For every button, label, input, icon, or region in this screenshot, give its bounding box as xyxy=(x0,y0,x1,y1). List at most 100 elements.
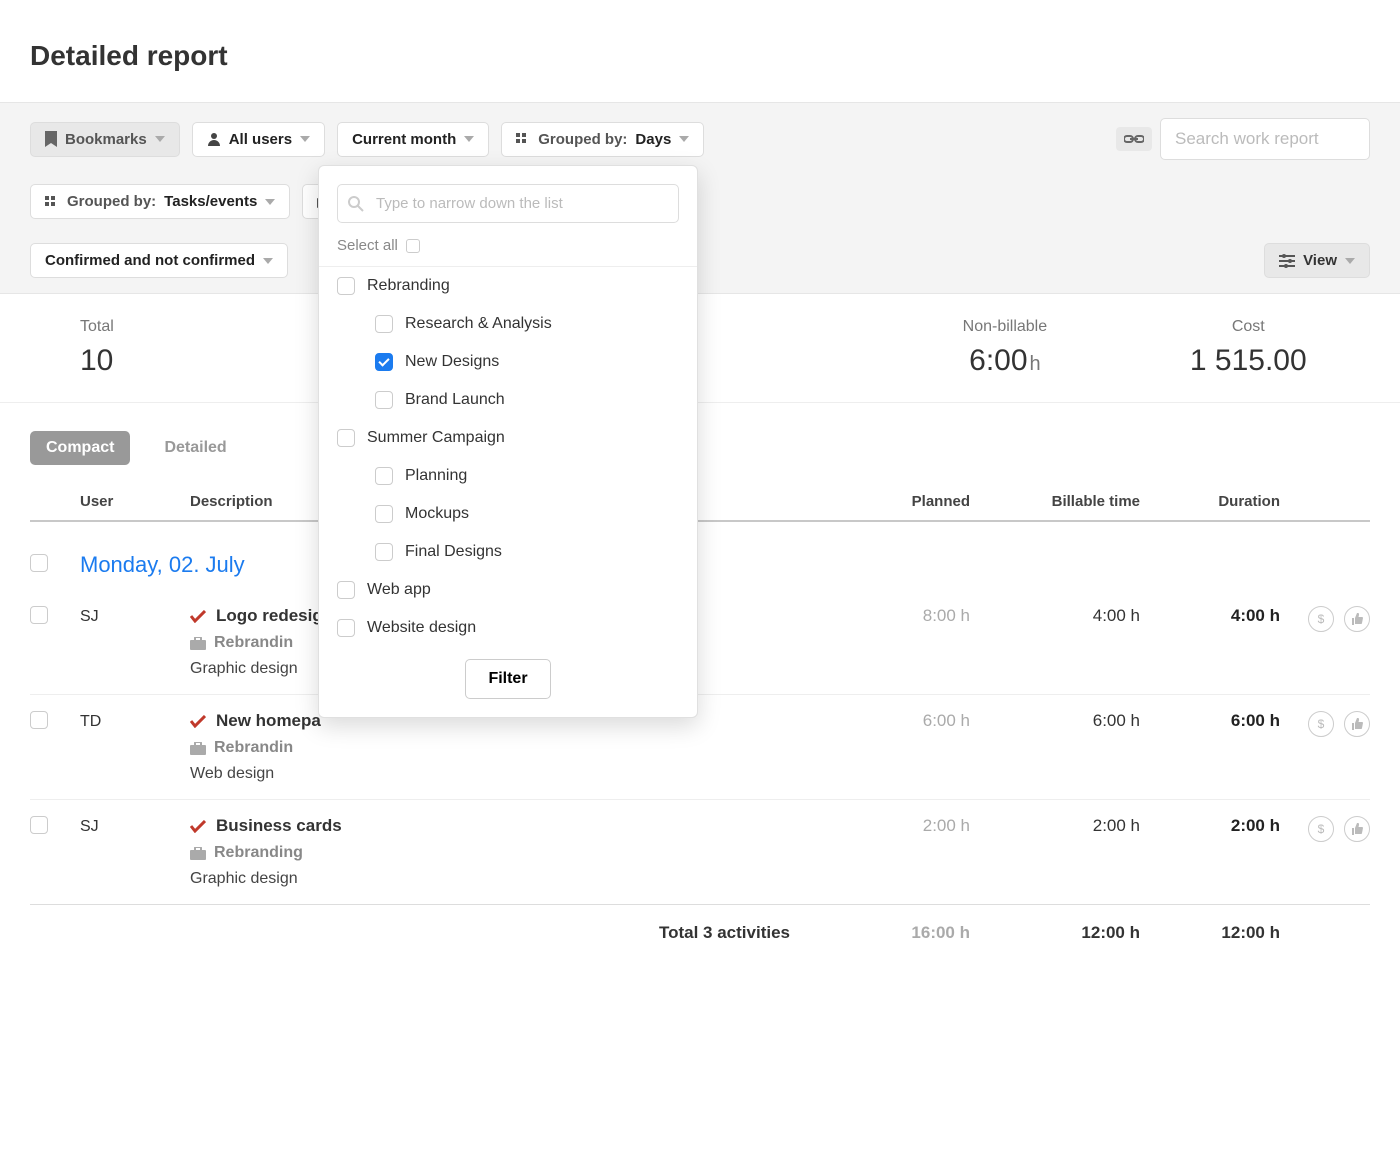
dropdown-checkbox[interactable] xyxy=(375,315,393,333)
confirmed-filter[interactable]: Confirmed and not confirmed xyxy=(30,243,288,278)
detailed-view-button[interactable]: Detailed xyxy=(148,431,242,465)
dropdown-item-label: Rebranding xyxy=(367,277,450,295)
dropdown-checkbox[interactable] xyxy=(337,619,355,637)
col-duration: Duration xyxy=(1140,493,1280,510)
project-filter-dropdown: Select all Rebranding Research & Analysis… xyxy=(318,165,698,718)
dropdown-checkbox[interactable] xyxy=(337,277,355,295)
totals-planned: 16:00 h xyxy=(911,923,970,942)
users-filter[interactable]: All users xyxy=(192,122,325,157)
chevron-down-icon xyxy=(464,136,474,142)
permalink-button[interactable] xyxy=(1116,127,1152,151)
dropdown-item-label: Web app xyxy=(367,581,431,599)
select-all-checkbox[interactable] xyxy=(406,239,420,253)
dropdown-item-label: Summer Campaign xyxy=(367,429,505,447)
period-label: Current month xyxy=(352,131,456,148)
dropdown-item-label: Research & Analysis xyxy=(405,315,552,333)
dropdown-checkbox[interactable] xyxy=(337,581,355,599)
group-days-value: Days xyxy=(635,131,671,148)
billable-value: 6:00 h xyxy=(1093,711,1140,730)
group-tasks-prefix: Grouped by: xyxy=(67,193,156,210)
task-title[interactable]: Logo redesig xyxy=(216,606,323,626)
stats-bar: Total 10 Duration 31:30h Non-billable 6:… xyxy=(0,294,1400,403)
dropdown-item-label: Website design xyxy=(367,619,476,637)
search-input[interactable] xyxy=(1160,118,1370,160)
svg-text:$: $ xyxy=(1318,717,1325,731)
dropdown-item[interactable]: Brand Launch xyxy=(319,381,697,419)
svg-text:$: $ xyxy=(1318,612,1325,626)
period-filter[interactable]: Current month xyxy=(337,122,489,157)
dropdown-search-input[interactable] xyxy=(337,184,679,223)
page-title: Detailed report xyxy=(0,0,1400,102)
billable-value: 2:00 h xyxy=(1093,816,1140,835)
bookmarks-filter[interactable]: Bookmarks xyxy=(30,122,180,157)
task-title[interactable]: New homepa xyxy=(216,711,321,731)
check-icon xyxy=(190,610,206,623)
planned-value: 2:00 h xyxy=(923,816,970,835)
briefcase-icon xyxy=(190,847,206,860)
briefcase-icon xyxy=(190,637,206,650)
totals-billable: 12:00 h xyxy=(1081,923,1140,942)
task-title[interactable]: Business cards xyxy=(216,816,342,836)
dropdown-item-label: Planning xyxy=(405,467,467,485)
filter-toolbar: Bookmarks All users Current month Groupe… xyxy=(0,102,1400,294)
dropdown-item[interactable]: Final Designs xyxy=(319,533,697,571)
search-area xyxy=(1116,118,1370,160)
dropdown-checkbox[interactable] xyxy=(375,543,393,561)
bookmarks-label: Bookmarks xyxy=(65,131,147,148)
billable-toggle-button[interactable]: $ xyxy=(1308,711,1334,737)
table-row: SJLogo redesigRebrandinGraphic design8:0… xyxy=(30,590,1370,695)
dropdown-item[interactable]: New Designs xyxy=(319,343,697,381)
row-checkbox[interactable] xyxy=(30,816,48,834)
planned-value: 6:00 h xyxy=(923,711,970,730)
dropdown-item[interactable]: Planning xyxy=(319,457,697,495)
stat-nonbillable-unit: h xyxy=(1030,353,1041,375)
stat-nonbillable-value: 6:00 xyxy=(969,344,1027,377)
dropdown-item-label: Brand Launch xyxy=(405,391,505,409)
approve-button[interactable] xyxy=(1344,816,1370,842)
select-all-option[interactable]: Select all xyxy=(319,237,697,267)
group-checkbox[interactable] xyxy=(30,554,48,572)
dropdown-item[interactable]: Summer Campaign xyxy=(319,419,697,457)
group-icon xyxy=(516,133,530,145)
table-row: TDNew homepaRebrandinWeb design6:00 h6:0… xyxy=(30,695,1370,800)
dropdown-item-label: Mockups xyxy=(405,505,469,523)
billable-toggle-button[interactable]: $ xyxy=(1308,606,1334,632)
bookmark-icon xyxy=(45,131,57,147)
row-checkbox[interactable] xyxy=(30,711,48,729)
dropdown-item[interactable]: Rebranding xyxy=(319,267,697,305)
table-row: SJBusiness cardsRebrandingGraphic design… xyxy=(30,800,1370,905)
table-header: User Description Planned Billable time D… xyxy=(30,483,1370,522)
dropdown-checkbox[interactable] xyxy=(375,505,393,523)
totals-label: Total 3 activities xyxy=(190,923,820,943)
dropdown-item[interactable]: Web app xyxy=(319,571,697,609)
confirmed-label: Confirmed and not confirmed xyxy=(45,252,255,269)
dropdown-checkbox[interactable] xyxy=(375,391,393,409)
chevron-down-icon xyxy=(1345,258,1355,264)
category-name: Graphic design xyxy=(190,870,820,888)
approve-button[interactable] xyxy=(1344,711,1370,737)
dropdown-checkbox[interactable] xyxy=(375,353,393,371)
chevron-down-icon xyxy=(155,136,165,142)
dropdown-item[interactable]: Website design xyxy=(319,609,697,647)
row-checkbox[interactable] xyxy=(30,606,48,624)
dropdown-checkbox[interactable] xyxy=(375,467,393,485)
briefcase-icon xyxy=(190,742,206,755)
group-tasks-filter[interactable]: Grouped by: Tasks/events xyxy=(30,184,290,219)
view-toggle-button[interactable]: View xyxy=(1264,243,1370,278)
approve-button[interactable] xyxy=(1344,606,1370,632)
search-icon xyxy=(347,195,365,213)
user-icon xyxy=(207,132,221,146)
view-label: View xyxy=(1303,252,1337,269)
check-icon xyxy=(190,820,206,833)
filter-apply-button[interactable]: Filter xyxy=(465,659,550,699)
dropdown-item[interactable]: Research & Analysis xyxy=(319,305,697,343)
billable-toggle-button[interactable]: $ xyxy=(1308,816,1334,842)
dropdown-item[interactable]: Mockups xyxy=(319,495,697,533)
stat-cost-value: 1 515.00 xyxy=(1127,344,1370,378)
compact-view-button[interactable]: Compact xyxy=(30,431,130,465)
group-days-filter[interactable]: Grouped by: Days xyxy=(501,122,704,157)
group-date-label: Monday, 02. July xyxy=(80,552,245,578)
chevron-down-icon xyxy=(263,258,273,264)
totals-duration: 12:00 h xyxy=(1221,923,1280,942)
dropdown-checkbox[interactable] xyxy=(337,429,355,447)
